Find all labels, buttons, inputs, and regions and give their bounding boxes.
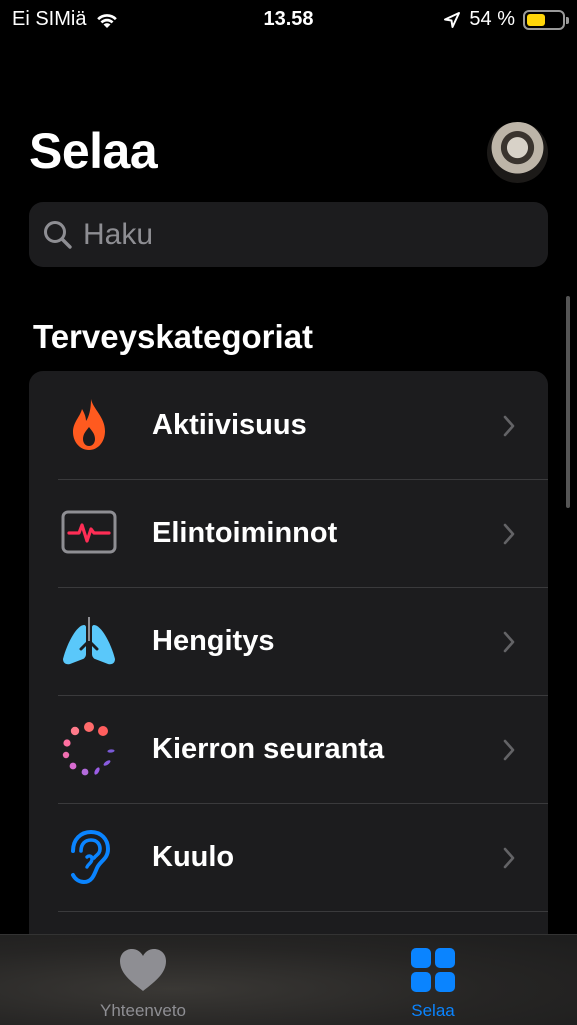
section-title: Terveyskategoriat [33, 318, 314, 355]
avatar[interactable] [487, 122, 548, 183]
location-arrow-icon [444, 11, 461, 28]
category-row-kierron-seuranta[interactable]: Kierron seuranta [29, 695, 548, 803]
category-row-elintoiminnot[interactable]: Elintoiminnot [29, 479, 548, 587]
category-row-aktiivisuus[interactable]: Aktiivisuus [29, 371, 548, 479]
chevron-right-icon [503, 739, 515, 761]
tab-label: Selaa [411, 1001, 455, 1020]
tab-label: Yhteenveto [99, 1001, 186, 1020]
page-title: Selaa [29, 123, 158, 179]
cycle-dots-icon [62, 722, 115, 776]
divider [58, 911, 548, 912]
chevron-right-icon [503, 415, 515, 437]
vitals-monitor-icon [61, 510, 117, 554]
category-label: Hengitys [152, 625, 275, 657]
chevron-right-icon [503, 631, 515, 653]
category-label: Aktiivisuus [152, 409, 307, 441]
tab-selaa[interactable]: Selaa [333, 935, 533, 1025]
magnifier-icon [44, 221, 72, 249]
category-row-kuulo[interactable]: Kuulo [29, 803, 548, 911]
lungs-icon [63, 615, 115, 665]
tab-yhteenveto[interactable]: Yhteenveto [43, 935, 243, 1025]
category-label: Elintoiminnot [152, 517, 338, 549]
chevron-right-icon [503, 847, 515, 869]
status-bar: Ei SIMiä 13.58 54 % [0, 0, 577, 40]
search-bar[interactable] [29, 202, 548, 267]
heart-icon [120, 949, 166, 991]
tab-bar: Yhteenveto Selaa [0, 934, 577, 1025]
battery-icon [523, 9, 569, 30]
flame-icon [73, 399, 105, 450]
category-label: Kierron seuranta [152, 733, 385, 765]
ear-icon [71, 829, 111, 885]
scroll-indicator[interactable] [566, 296, 570, 508]
status-right: 54 % [443, 8, 569, 31]
grid-icon [411, 948, 455, 992]
category-list: Aktiivisuus Elintoiminnot Hengitys Kierr… [29, 371, 548, 971]
battery-percent: 54 % [469, 8, 515, 30]
category-row-hengitys[interactable]: Hengitys [29, 587, 548, 695]
search-input[interactable] [83, 202, 533, 267]
chevron-right-icon [503, 523, 515, 545]
category-label: Kuulo [152, 841, 235, 873]
battery-level [527, 13, 545, 26]
